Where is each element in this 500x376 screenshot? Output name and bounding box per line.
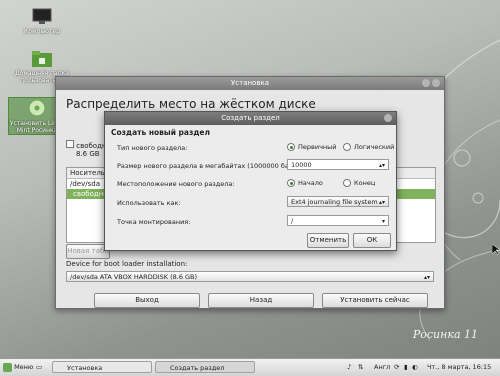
desktop-icon-label: Компьютер	[24, 28, 60, 35]
radio-unchecked-icon	[343, 179, 351, 187]
clock[interactable]: Чт., 8 марта, 16:15	[427, 361, 491, 373]
mount-label: Точка монтирования:	[117, 218, 191, 226]
installer-titlebar[interactable]: Установка	[56, 77, 444, 90]
chevron-updown-icon: ▴▾	[423, 274, 430, 281]
radio-logical-label: Логический	[354, 143, 395, 151]
mount-point-combo[interactable]: / ▾	[287, 215, 389, 226]
install-now-button[interactable]: Установить сейчас	[322, 293, 428, 308]
task-installer[interactable]: Установка	[52, 361, 152, 373]
radio-start-label: Начало	[298, 179, 323, 187]
keyboard-layout[interactable]: Англ	[374, 361, 390, 373]
battery-icon: ▮	[404, 363, 408, 371]
bootloader-select[interactable]: /dev/sda ATA VBOX HARDDISK (8.6 GB) ▴▾	[66, 271, 434, 282]
page-title: Распределить место на жёстком диске	[66, 97, 316, 111]
close-icon[interactable]	[384, 114, 392, 122]
task-label: Создать раздел	[170, 364, 225, 372]
radio-start[interactable]: Начало	[287, 179, 323, 187]
close-icon[interactable]	[432, 79, 440, 87]
back-button[interactable]: Назад	[208, 293, 314, 308]
home-folder-icon	[32, 51, 52, 67]
size-value: 10000	[291, 161, 312, 169]
network-icon[interactable]: ⇅	[358, 361, 363, 373]
ok-button[interactable]: ОК	[353, 233, 391, 248]
bootloader-label: Device for boot loader installation:	[66, 260, 188, 268]
taskbar: Меню ▭ Установка Создать раздел ♪ ⇅ Англ…	[0, 358, 500, 376]
use-as-value: Ext4 journaling file system	[291, 198, 378, 206]
radio-unchecked-icon	[343, 143, 351, 151]
mouse-cursor-icon	[492, 244, 500, 256]
branding-text: Росинка 11	[412, 328, 478, 341]
mount-value: /	[291, 217, 294, 225]
mint-logo-icon	[3, 362, 12, 372]
minimize-icon[interactable]	[422, 79, 430, 87]
spin-arrows-icon[interactable]: ▴▾	[379, 160, 385, 171]
dialog-titlebar[interactable]: Создать раздел	[105, 112, 396, 125]
bootloader-value: /dev/sda ATA VBOX HARDDISK (8.6 GB)	[70, 273, 198, 281]
use-as-select[interactable]: Ext4 journaling file system ▴▾	[287, 196, 389, 207]
monitor-icon	[32, 8, 52, 24]
dialog-title: Создать раздел	[221, 114, 280, 122]
radio-checked-icon	[287, 179, 295, 187]
update-icon[interactable]: ⟳	[394, 361, 399, 373]
dialog-heading: Создать новый раздел	[111, 128, 210, 137]
radio-primary[interactable]: Первичный	[287, 143, 337, 151]
radio-primary-label: Первичный	[298, 143, 337, 151]
quit-button[interactable]: Выход	[94, 293, 200, 308]
cancel-button[interactable]: Отменить	[307, 233, 349, 248]
chevron-updown-icon: ▴▾	[378, 199, 385, 206]
chevron-down-icon[interactable]: ▾	[382, 216, 385, 227]
location-label: Местоположение нового раздела:	[117, 180, 235, 188]
create-partition-dialog: Создать раздел Создать новый раздел Тип …	[104, 111, 397, 251]
free-space-swatch-icon	[66, 140, 74, 148]
volume-icon[interactable]: ♪	[347, 361, 351, 373]
size-label: Размер нового раздела в мегабайтах (1000…	[117, 162, 302, 170]
computer-desktop-icon[interactable]: Компьютер	[12, 8, 72, 35]
task-label: Установка	[67, 364, 103, 372]
type-label: Тип нового раздела:	[117, 144, 188, 152]
use-as-label: Использовать как:	[117, 199, 181, 207]
notification-icon[interactable]: ◐	[412, 361, 418, 373]
task-create-partition[interactable]: Создать раздел	[155, 361, 255, 373]
radio-end-label: Конец	[354, 179, 376, 187]
size-spinbox[interactable]: 10000 ▴▾	[287, 159, 389, 170]
free-space-size: 8.6 GB	[76, 150, 100, 158]
window-title: Установка	[231, 79, 269, 87]
radio-logical[interactable]: Логический	[343, 143, 394, 151]
menu-button[interactable]: Меню	[3, 361, 33, 373]
radio-end[interactable]: Конец	[343, 179, 375, 187]
menu-label: Меню	[14, 363, 34, 371]
show-desktop-icon[interactable]: ▭	[36, 361, 42, 373]
mint-disc-icon	[28, 99, 46, 117]
radio-checked-icon	[287, 143, 295, 151]
